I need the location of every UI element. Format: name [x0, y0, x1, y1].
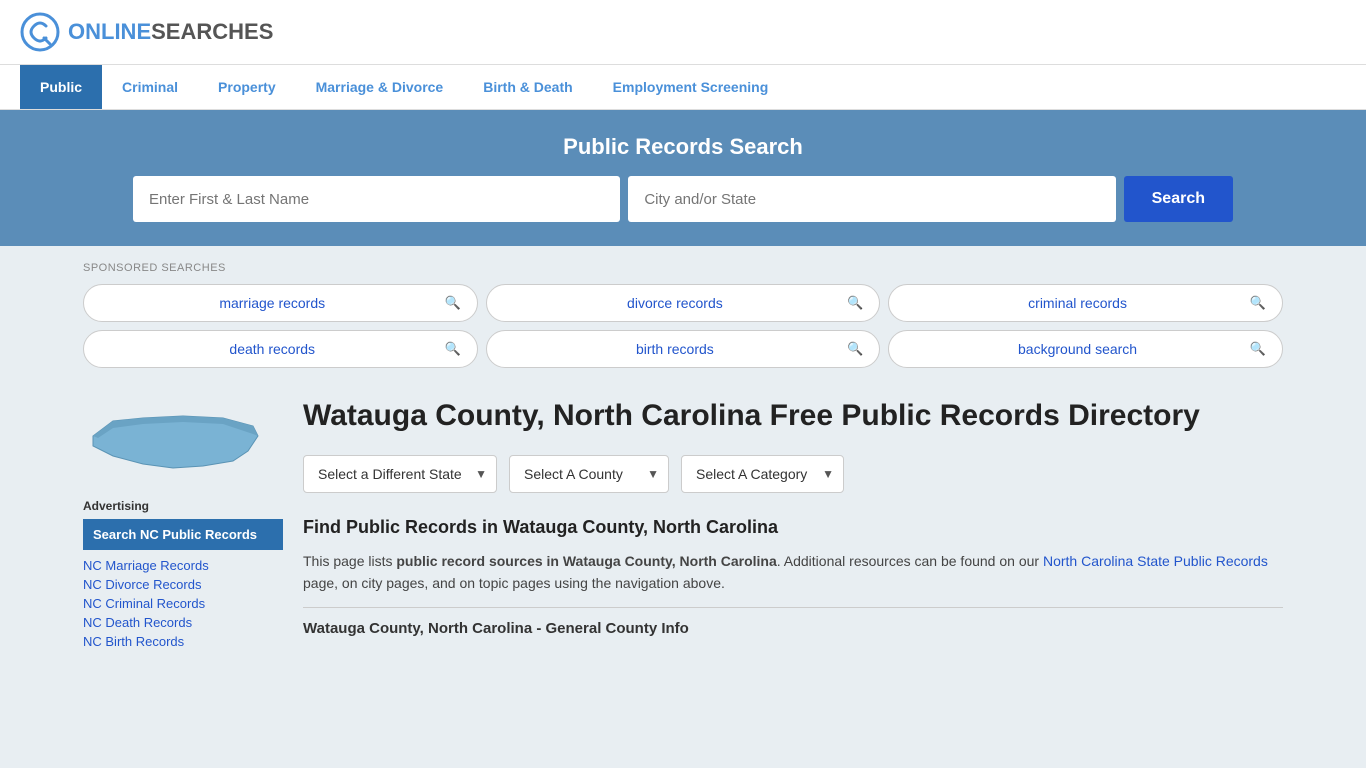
site-header: ONLINESEARCHES [0, 0, 1366, 65]
sponsored-item[interactable]: marriage records🔍 [83, 284, 478, 322]
state-map [83, 396, 283, 489]
search-icon: 🔍 [444, 341, 460, 357]
advertising-label: Advertising [83, 499, 283, 513]
sponsored-link[interactable]: divorce records [503, 295, 847, 311]
sponsored-link[interactable]: criminal records [905, 295, 1249, 311]
sidebar-link[interactable]: NC Birth Records [83, 634, 283, 649]
state-records-link[interactable]: North Carolina State Public Records [1043, 553, 1268, 569]
sidebar-link[interactable]: NC Criminal Records [83, 596, 283, 611]
nav-item-criminal[interactable]: Criminal [102, 65, 198, 109]
page-title: Watauga County, North Carolina Free Publ… [303, 396, 1283, 435]
content-right: Watauga County, North Carolina Free Publ… [303, 396, 1283, 649]
sponsored-section: SPONSORED SEARCHES marriage records🔍divo… [83, 246, 1283, 376]
state-dropdown-wrapper: Select a Different State ▼ [303, 455, 497, 493]
sponsored-item[interactable]: criminal records🔍 [888, 284, 1283, 322]
sidebar: Advertising Search NC Public Records NC … [83, 396, 283, 649]
sidebar-link[interactable]: NC Divorce Records [83, 577, 283, 592]
section-divider [303, 607, 1283, 608]
logo-icon [20, 12, 60, 52]
logo-text: ONLINESEARCHES [68, 19, 273, 45]
dropdowns-row: Select a Different State ▼ Select A Coun… [303, 455, 1283, 493]
sponsored-grid: marriage records🔍divorce records🔍crimina… [83, 284, 1283, 368]
search-button[interactable]: Search [1124, 176, 1233, 222]
main-nav: PublicCriminalPropertyMarriage & Divorce… [0, 65, 1366, 110]
nav-link[interactable]: Birth & Death [463, 65, 592, 109]
name-input[interactable] [133, 176, 620, 222]
nav-item-marriagedivorce[interactable]: Marriage & Divorce [296, 65, 464, 109]
city-input[interactable] [628, 176, 1115, 222]
nav-item-employmentscreening[interactable]: Employment Screening [593, 65, 789, 109]
sidebar-ad-box[interactable]: Search NC Public Records [83, 519, 283, 550]
sponsored-item[interactable]: divorce records🔍 [486, 284, 881, 322]
search-icon: 🔍 [847, 295, 863, 311]
county-dropdown-wrapper: Select A County ▼ [509, 455, 669, 493]
nav-item-public[interactable]: Public [20, 65, 102, 109]
county-dropdown[interactable]: Select A County [509, 455, 669, 493]
nav-link[interactable]: Criminal [102, 65, 198, 109]
nav-link[interactable]: Employment Screening [593, 65, 789, 109]
sponsored-item[interactable]: background search🔍 [888, 330, 1283, 368]
sidebar-link[interactable]: NC Death Records [83, 615, 283, 630]
search-banner: Public Records Search Search [0, 110, 1366, 246]
search-form: Search [133, 176, 1233, 222]
sponsored-item[interactable]: death records🔍 [83, 330, 478, 368]
nav-link[interactable]: Marriage & Divorce [296, 65, 464, 109]
sponsored-label: SPONSORED SEARCHES [83, 262, 1283, 274]
main-content: SPONSORED SEARCHES marriage records🔍divo… [63, 246, 1303, 669]
nc-map-icon [83, 396, 263, 486]
nav-link[interactable]: Public [20, 65, 102, 109]
nav-item-property[interactable]: Property [198, 65, 296, 109]
sponsored-link[interactable]: background search [905, 341, 1249, 357]
category-dropdown-wrapper: Select A Category ▼ [681, 455, 844, 493]
sponsored-item[interactable]: birth records🔍 [486, 330, 881, 368]
find-description: This page lists public record sources in… [303, 550, 1283, 595]
find-section: Find Public Records in Watauga County, N… [303, 517, 1283, 637]
general-info-title: Watauga County, North Carolina - General… [303, 620, 1283, 637]
sponsored-link[interactable]: marriage records [100, 295, 444, 311]
content-area: Advertising Search NC Public Records NC … [83, 376, 1283, 669]
search-icon: 🔍 [444, 295, 460, 311]
sidebar-link[interactable]: NC Marriage Records [83, 558, 283, 573]
sponsored-link[interactable]: birth records [503, 341, 847, 357]
search-icon: 🔍 [847, 341, 863, 357]
nav-item-birthdeath[interactable]: Birth & Death [463, 65, 592, 109]
find-title: Find Public Records in Watauga County, N… [303, 517, 1283, 538]
sidebar-links: NC Marriage Records NC Divorce Records NC … [83, 558, 283, 649]
sponsored-link[interactable]: death records [100, 341, 444, 357]
nav-link[interactable]: Property [198, 65, 296, 109]
search-icon: 🔍 [1250, 341, 1266, 357]
banner-title: Public Records Search [20, 134, 1346, 160]
category-dropdown[interactable]: Select A Category [681, 455, 844, 493]
logo-area: ONLINESEARCHES [20, 12, 273, 52]
search-icon: 🔍 [1250, 295, 1266, 311]
state-dropdown[interactable]: Select a Different State [303, 455, 497, 493]
